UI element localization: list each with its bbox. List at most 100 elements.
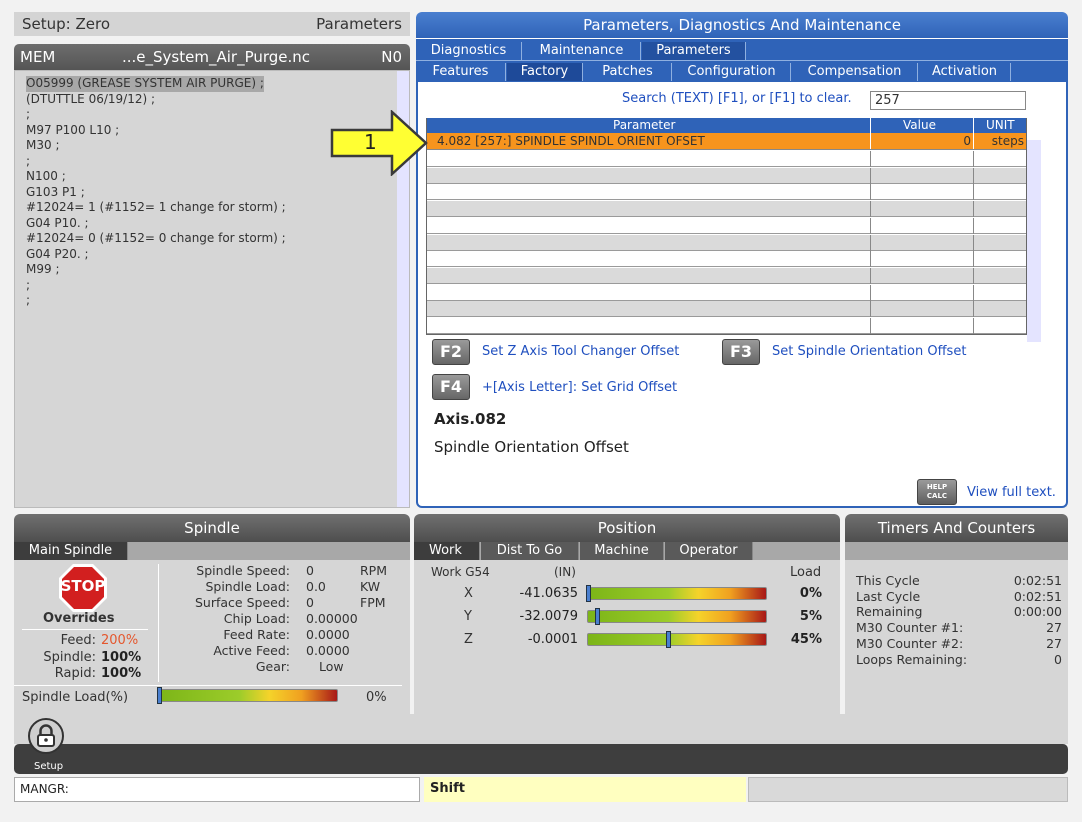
program-line[interactable]: ; [26, 293, 396, 309]
mangr-input[interactable]: MANGR: [14, 777, 420, 802]
setup-label: Setup [34, 761, 64, 772]
f4-description[interactable]: +[Axis Letter]: Set Grid Offset [482, 380, 677, 395]
help-icon-line2: CALC [926, 492, 948, 500]
tab-work[interactable]: Work [414, 542, 480, 560]
feed-override-value: 200% [101, 633, 139, 648]
setup-lock-icon[interactable] [28, 718, 64, 754]
table-row[interactable] [427, 234, 1026, 251]
program-line[interactable]: G103 P1 ; [26, 185, 396, 201]
axis-load-marker [586, 585, 591, 602]
search-label: Search (TEXT) [F1], or [F1] to clear. [622, 91, 852, 106]
f2-description[interactable]: Set Z Axis Tool Changer Offset [482, 344, 679, 359]
spindle-load-bar [158, 689, 338, 702]
timer-label: M30 Counter #1: [856, 620, 964, 636]
tab-operator[interactable]: Operator [665, 542, 753, 560]
program-line[interactable]: #12024= 0 (#1152= 0 change for storm) ; [26, 231, 396, 247]
mode-bar [14, 744, 1068, 774]
f3-description[interactable]: Set Spindle Orientation Offset [772, 344, 966, 359]
axis-load-value: 0% [799, 586, 822, 601]
tab-features[interactable]: Features [416, 63, 506, 81]
tab-maintenance[interactable]: Maintenance [523, 42, 641, 60]
timer-label: Last Cycle [856, 588, 921, 604]
f2-key[interactable]: F2 [432, 339, 470, 365]
table-row[interactable] [427, 184, 1026, 201]
table-scrollbar[interactable] [1027, 140, 1041, 342]
table-row[interactable] [427, 267, 1026, 284]
tab-diagnostics[interactable]: Diagnostics [416, 42, 522, 60]
overrides-label: Overrides [43, 611, 115, 626]
tab-compensation[interactable]: Compensation [792, 63, 918, 81]
tab-dist-to-go[interactable]: Dist To Go [481, 542, 579, 560]
axis-description: Spindle Orientation Offset [434, 438, 629, 456]
tab-row-2: Features Factory Patches Configuration C… [416, 60, 1068, 82]
program-line[interactable]: O05999 (GREASE SYSTEM AIR PURGE) ; [26, 76, 264, 92]
selected-unit: steps [991, 134, 1024, 148]
spindle-tabbar: Main Spindle [14, 542, 410, 560]
help-calc-icon[interactable]: HELP CALC [917, 479, 957, 505]
spindle-stat-value: 0.0 [306, 579, 326, 594]
program-line[interactable]: (DTUTTLE 06/19/12) ; [26, 92, 396, 108]
spindle-stat-value: 0 [306, 595, 314, 610]
tab-main-spindle[interactable]: Main Spindle [14, 542, 128, 560]
axis-load-bar [587, 633, 767, 646]
load-column-label: Load [790, 565, 822, 580]
timer-label: This Cycle [856, 573, 920, 588]
program-line[interactable]: M99 ; [26, 262, 396, 278]
table-row[interactable] [427, 201, 1026, 218]
table-row[interactable] [427, 251, 1026, 268]
selected-parameter: 4.082 [257:] SPINDLE SPINDL ORIENT OFSET [437, 134, 705, 148]
table-row[interactable] [427, 301, 1026, 318]
pdm-title: Parameters, Diagnostics And Maintenance [416, 12, 1068, 38]
feed-override-label: Feed: [60, 633, 96, 648]
stop-label: STOP [60, 577, 106, 595]
axis-position-value: -0.0001 [527, 632, 578, 647]
table-row[interactable] [427, 167, 1026, 184]
timer-value: 0:00:00 [1013, 604, 1062, 620]
table-row-selected[interactable]: 4.082 [257:] SPINDLE SPINDL ORIENT OFSET… [427, 133, 1026, 150]
program-line[interactable]: ; [26, 278, 396, 294]
program-line[interactable]: G04 P20. ; [26, 247, 396, 263]
position-unit: (IN) [554, 565, 576, 579]
rapid-override-value: 100% [101, 666, 142, 681]
status-field [748, 777, 1068, 802]
spindle-stat-label: Feed Rate: [223, 627, 290, 642]
table-row[interactable] [427, 217, 1026, 234]
timer-value: 0:02:51 [1013, 573, 1062, 588]
timer-label: Loops Remaining: [856, 651, 968, 667]
search-input[interactable]: 257 [870, 91, 1026, 110]
spindle-stat-label: Gear: [255, 659, 290, 674]
position-title: Position [414, 514, 840, 542]
f4-key[interactable]: F4 [432, 374, 470, 400]
tab-activation[interactable]: Activation [919, 63, 1011, 81]
setup-mode-label: Setup: Zero [22, 15, 111, 33]
spindle-stat-value: 0.00000 [306, 611, 358, 626]
rapid-override-label: Rapid: [54, 666, 96, 681]
tab-configuration[interactable]: Configuration [673, 63, 791, 81]
axis-letter: Z [464, 632, 473, 647]
callout-number: 1 [364, 130, 377, 154]
table-row[interactable] [427, 151, 1026, 167]
tab-parameters[interactable]: Parameters [642, 42, 746, 60]
spindle-stat-label: Surface Speed: [195, 595, 290, 610]
table-row[interactable] [427, 318, 1026, 334]
tab-machine[interactable]: Machine [580, 542, 664, 560]
axis-load-value: 5% [799, 609, 822, 624]
view-full-text-link[interactable]: View full text. [967, 485, 1056, 500]
program-line[interactable]: G04 P10. ; [26, 216, 396, 232]
axis-letter: X [464, 586, 473, 601]
timer-label: Remaining [856, 604, 923, 620]
timer-value: 27 [1046, 620, 1062, 636]
f3-key[interactable]: F3 [722, 339, 760, 365]
program-sequence: N0 [381, 48, 402, 66]
table-row[interactable] [427, 284, 1026, 301]
work-offset-label: Work G54 [431, 565, 490, 579]
tab-factory[interactable]: Factory [507, 63, 583, 81]
tab-patches[interactable]: Patches [584, 63, 672, 81]
program-line[interactable]: #12024= 1 (#1152= 1 change for storm) ; [26, 200, 396, 216]
bottom-strip [14, 714, 1068, 744]
program-header: MEM ...e_System_Air_Purge.nc N0 [14, 44, 410, 70]
program-filename: ...e_System_Air_Purge.nc [122, 48, 311, 66]
tab-row-1: Diagnostics Maintenance Parameters [416, 38, 1068, 60]
spindle-stat-label: Spindle Speed: [196, 563, 290, 578]
axis-load-bar [587, 587, 767, 600]
